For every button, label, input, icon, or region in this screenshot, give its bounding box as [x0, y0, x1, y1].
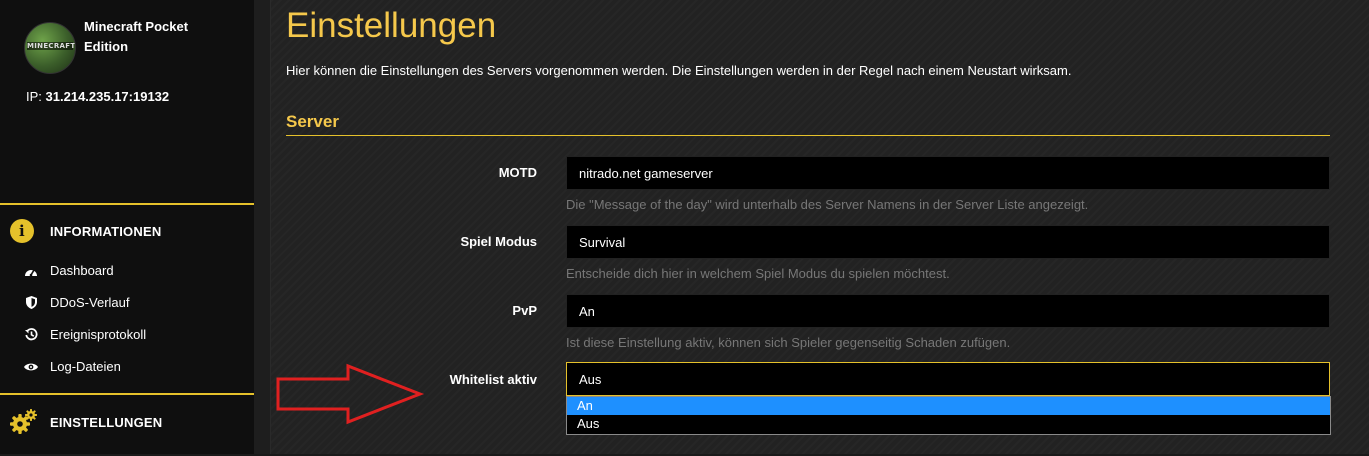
motd-help: Die "Message of the day" wird unterhalb …	[566, 197, 1089, 212]
nav-section-einstellungen: EINSTELLUNGEN	[0, 393, 254, 456]
dropdown-option-an[interactable]: An	[567, 397, 1330, 415]
sidebar-item-label: Log-Dateien	[50, 359, 121, 374]
sidebar-item-label: DDoS-Verlauf	[50, 295, 130, 310]
sidebar-item-ddos-verlauf[interactable]: DDoS-Verlauf	[24, 295, 129, 310]
ip-label: IP:	[26, 89, 42, 104]
sidebar-item-label: Dashboard	[50, 263, 114, 278]
page-title: Einstellungen	[286, 6, 497, 45]
sidebar-item-ereignisprotokoll[interactable]: Ereignisprotokoll	[24, 327, 146, 342]
server-ip: IP: 31.214.235.17:19132	[26, 89, 169, 104]
whitelist-label: Whitelist aktiv	[449, 372, 537, 387]
spiel-modus-select[interactable]: Survival	[566, 225, 1330, 259]
section-divider	[286, 135, 1330, 136]
page-description: Hier können die Einstellungen des Server…	[286, 63, 1072, 78]
nav-header-informationen[interactable]: i INFORMATIONEN	[10, 219, 161, 243]
motd-label: MOTD	[498, 165, 537, 180]
server-name: Minecraft Pocket Edition	[84, 19, 189, 54]
eye-icon	[24, 360, 38, 374]
shield-icon	[24, 296, 38, 310]
whitelist-select[interactable]: Aus	[566, 362, 1330, 396]
sidebar-item-label: Ereignisprotokoll	[50, 327, 147, 342]
pvp-label: PvP	[512, 303, 537, 318]
sidebar: MINECRAFT Minecraft Pocket Edition IP: 3…	[0, 0, 254, 454]
info-icon: i	[10, 219, 34, 243]
nav-header-label: EINSTELLUNGEN	[50, 414, 163, 430]
section-title-server: Server	[286, 112, 339, 131]
main-content: Einstellungen Hier können die Einstellun…	[271, 0, 1369, 454]
dashboard-icon	[24, 264, 38, 278]
whitelist-dropdown-list: An Aus	[566, 396, 1331, 435]
logo-text: MINECRAFT	[27, 42, 76, 50]
history-icon	[24, 328, 38, 342]
sidebar-divider	[254, 0, 271, 454]
nav-header-label: INFORMATIONEN	[50, 223, 162, 239]
pvp-select[interactable]: An	[566, 294, 1330, 328]
sidebar-item-dashboard[interactable]: Dashboard	[24, 263, 114, 278]
nav-header-einstellungen[interactable]: EINSTELLUNGEN	[10, 409, 162, 435]
annotation-arrow-icon	[276, 363, 425, 425]
dropdown-option-aus[interactable]: Aus	[567, 415, 1330, 433]
motd-input[interactable]: nitrado.net gameserver	[566, 156, 1330, 190]
spiel-modus-help: Entscheide dich hier in welchem Spiel Mo…	[566, 266, 950, 281]
sidebar-item-log-dateien[interactable]: Log-Dateien	[24, 359, 121, 374]
spiel-modus-label: Spiel Modus	[460, 234, 537, 249]
pvp-help: Ist diese Einstellung aktiv, können sich…	[566, 335, 1011, 350]
nav-section-informationen: i INFORMATIONEN Dashboard DDoS-Verlauf E…	[0, 203, 254, 395]
gears-icon	[10, 409, 38, 435]
server-logo: MINECRAFT	[24, 22, 76, 74]
ip-value: 31.214.235.17:19132	[45, 89, 170, 104]
